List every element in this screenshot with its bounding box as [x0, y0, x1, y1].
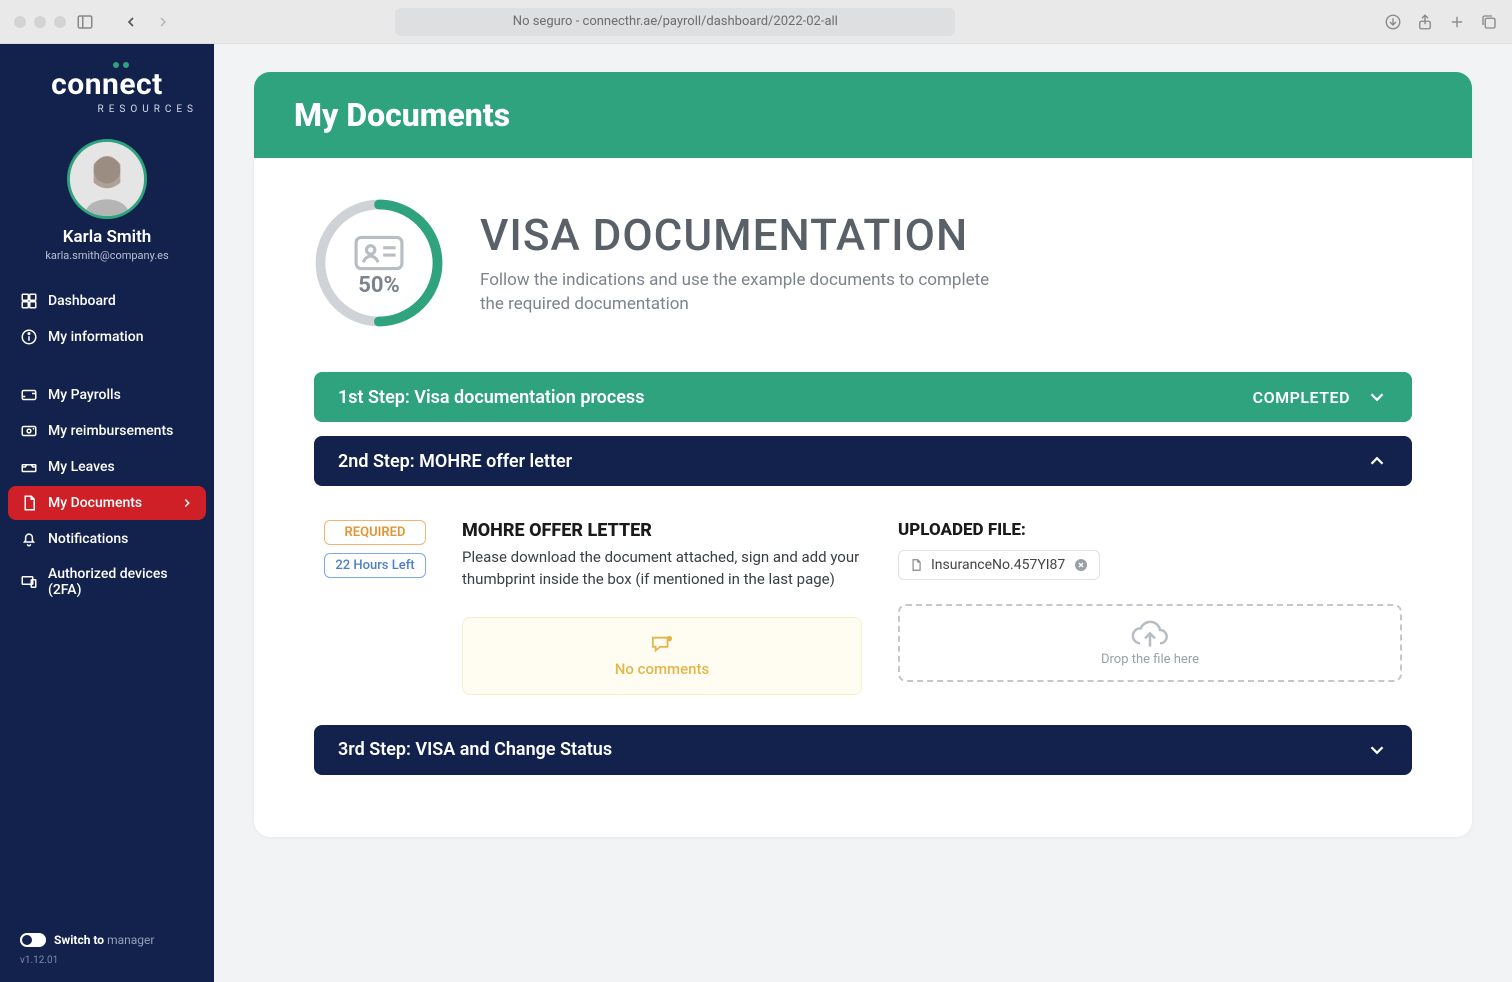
dashboard-icon: [20, 292, 38, 310]
page-title: My Documents: [254, 72, 1472, 158]
profile-name: Karla Smith: [8, 227, 206, 247]
step-2-header[interactable]: 2nd Step: MOHRE offer letter: [314, 436, 1412, 486]
step-3-header[interactable]: 3rd Step: VISA and Change Status: [314, 725, 1412, 775]
step-label: 3rd Step: VISA and Change Status: [338, 739, 612, 760]
window-controls: [14, 16, 66, 28]
sidebar-item-authorized-devices[interactable]: Authorized devices (2FA): [8, 558, 206, 606]
sidebar-item-my-information[interactable]: My information: [8, 320, 206, 354]
step-2: 2nd Step: MOHRE offer letter: [314, 436, 1412, 486]
step-3: 3rd Step: VISA and Change Status: [314, 725, 1412, 775]
reimbursement-icon: [20, 422, 38, 440]
step-1: 1st Step: Visa documentation process COM…: [314, 372, 1412, 422]
document-title: MOHRE OFFER LETTER: [462, 520, 862, 541]
payroll-icon: [20, 386, 38, 404]
remove-file-icon[interactable]: [1073, 557, 1089, 573]
traffic-max[interactable]: [54, 16, 66, 28]
leaves-icon: [20, 458, 38, 476]
step-status: COMPLETED: [1253, 388, 1350, 407]
logo: connect RESOURCES: [8, 70, 206, 115]
comments-box[interactable]: No comments: [462, 617, 862, 695]
sidebar-item-notifications[interactable]: Notifications: [8, 522, 206, 556]
info-icon: [20, 328, 38, 346]
section-desc: Follow the indications and use the examp…: [480, 269, 1000, 317]
sidebar-item-my-documents[interactable]: My Documents: [8, 486, 206, 520]
traffic-min[interactable]: [34, 16, 46, 28]
required-tag: REQUIRED: [324, 520, 426, 545]
progress-ring: 50%: [314, 198, 444, 328]
sidebar-item-label: My Leaves: [48, 459, 115, 475]
sidebar-item-label: My Payrolls: [48, 387, 121, 403]
sidebar-item-label: My reimbursements: [48, 423, 173, 439]
uploaded-file-chip: InsuranceNo.457YI87: [898, 550, 1100, 580]
sidebar-item-label: My information: [48, 329, 143, 345]
logo-text: connect: [51, 70, 163, 100]
step-1-header[interactable]: 1st Step: Visa documentation process COM…: [314, 372, 1412, 422]
address-text: No seguro - connecthr.ae/payroll/dashboa…: [513, 14, 838, 29]
chevron-down-icon: [1366, 739, 1388, 761]
dropzone[interactable]: Drop the file here: [898, 604, 1402, 682]
sidebar-item-label: Authorized devices (2FA): [48, 566, 194, 598]
nav-forward-button[interactable]: [150, 9, 176, 35]
step-2-content: REQUIRED 22 Hours Left MOHRE OFFER LETTE…: [314, 500, 1412, 725]
comment-icon: [649, 634, 675, 656]
step-label: 1st Step: Visa documentation process: [338, 387, 644, 408]
sidebar-item-my-payrolls[interactable]: My Payrolls: [8, 378, 206, 412]
upload-cloud-icon: [1130, 620, 1170, 650]
download-icon[interactable]: [1384, 13, 1402, 31]
time-left-tag: 22 Hours Left: [324, 553, 426, 578]
version-label: v1.12.01: [20, 955, 194, 966]
sidebar-toggle-icon[interactable]: [76, 13, 94, 31]
browser-chrome: No seguro - connecthr.ae/payroll/dashboa…: [0, 0, 1512, 44]
new-tab-icon[interactable]: [1448, 13, 1466, 31]
toggle-icon: [20, 933, 46, 947]
documents-card: My Documents 50% VISA DOCUM: [254, 72, 1472, 837]
tabs-icon[interactable]: [1480, 13, 1498, 31]
share-icon[interactable]: [1416, 13, 1434, 31]
sidebar: connect RESOURCES Karla Smith karla.smit…: [0, 44, 214, 982]
sidebar-menu: Dashboard My information My Payrolls My …: [8, 284, 206, 606]
documents-icon: [20, 494, 38, 512]
uploaded-label: UPLOADED FILE:: [898, 520, 1402, 540]
profile-email: karla.smith@company.es: [8, 249, 206, 262]
bell-icon: [20, 530, 38, 548]
id-card-icon: [354, 235, 404, 271]
address-bar[interactable]: No seguro - connecthr.ae/payroll/dashboa…: [395, 8, 955, 36]
devices-icon: [20, 573, 38, 591]
section-title: VISA DOCUMENTATION: [480, 209, 1000, 261]
file-icon: [909, 557, 923, 573]
sidebar-item-label: My Documents: [48, 495, 142, 511]
main-content: My Documents 50% VISA DOCUM: [214, 44, 1512, 982]
traffic-close[interactable]: [14, 16, 26, 28]
comments-label: No comments: [615, 660, 709, 678]
chevron-right-icon: [180, 496, 194, 510]
visa-header: 50% VISA DOCUMENTATION Follow the indica…: [314, 198, 1412, 328]
switch-label: Switch to manager: [54, 933, 154, 947]
avatar[interactable]: [67, 139, 147, 219]
nav-back-button[interactable]: [118, 9, 144, 35]
sidebar-item-my-leaves[interactable]: My Leaves: [8, 450, 206, 484]
file-name: InsuranceNo.457YI87: [931, 557, 1065, 573]
sidebar-item-label: Dashboard: [48, 293, 116, 309]
sidebar-item-dashboard[interactable]: Dashboard: [8, 284, 206, 318]
logo-tagline: RESOURCES: [14, 104, 200, 115]
chevron-up-icon: [1366, 450, 1388, 472]
dropzone-hint: Drop the file here: [1101, 652, 1199, 667]
chevron-down-icon: [1366, 386, 1388, 408]
sidebar-item-label: Notifications: [48, 531, 128, 547]
sidebar-item-my-reimbursements[interactable]: My reimbursements: [8, 414, 206, 448]
profile: Karla Smith karla.smith@company.es: [8, 139, 206, 262]
switch-role-toggle[interactable]: Switch to manager: [20, 933, 194, 947]
progress-percent: 50%: [358, 273, 400, 298]
step-label: 2nd Step: MOHRE offer letter: [338, 451, 572, 472]
document-desc: Please download the document attached, s…: [462, 547, 862, 591]
